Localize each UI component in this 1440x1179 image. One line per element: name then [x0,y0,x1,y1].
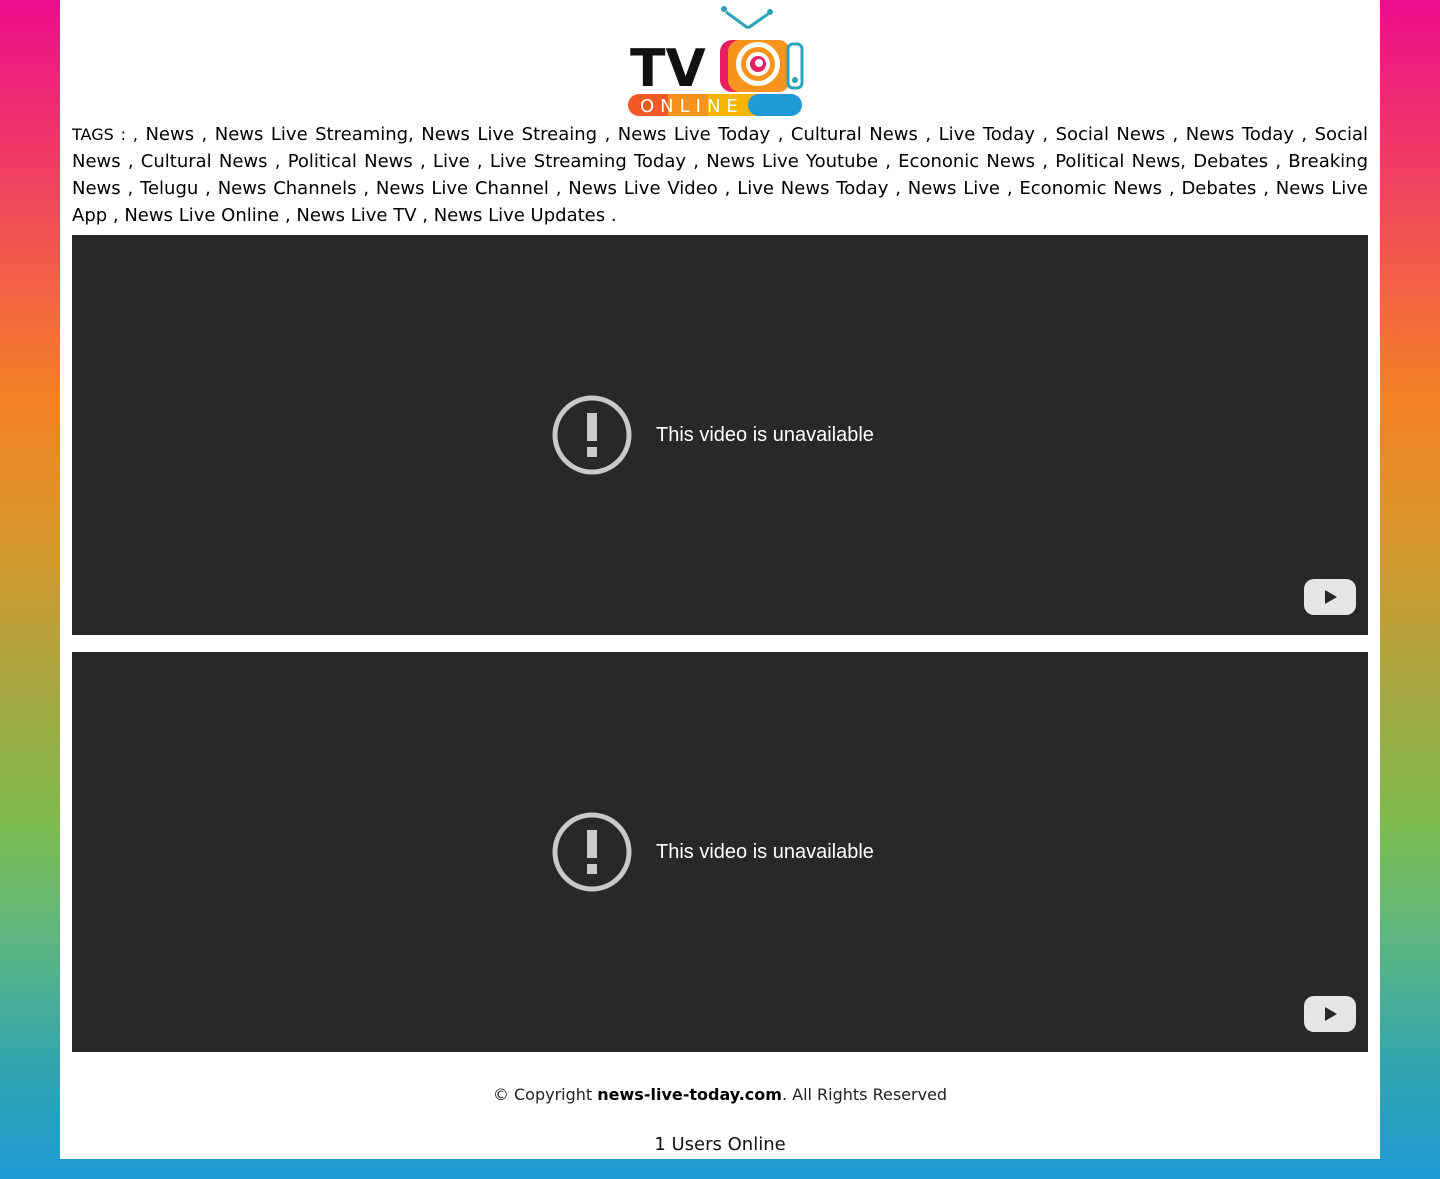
site-link[interactable]: news-live-today.com [597,1085,782,1104]
exclamation-circle-icon [552,812,632,892]
copyright-prefix: © Copyright [492,1085,593,1104]
users-online-counter: 1 Users Online [654,1134,786,1155]
youtube-play-button[interactable] [1304,996,1356,1032]
tags-label: TAGS : , [72,125,138,144]
youtube-play-button[interactable] [1304,579,1356,615]
tv-online-logo[interactable]: TV ONLINE [628,0,820,117]
svg-text:ONLINE: ONLINE [640,96,744,117]
video-player-1[interactable]: This video is unavailable [72,235,1368,635]
video-unavailable-message: This video is unavailable [656,424,874,446]
tags-paragraph: TAGS : , News , News Live Streaming, New… [72,121,1368,229]
video-player-2[interactable]: This video is unavailable [72,652,1368,1052]
copyright-footer: © Copyright news-live-today.com. All Rig… [60,1084,1380,1106]
tags-list: News , News Live Streaming, News Live St… [72,124,1369,226]
svg-text:TV: TV [630,39,706,99]
page-container: TV ONLINE TAGS : , News , News Live Stre… [60,0,1380,1159]
exclamation-circle-icon [552,395,632,475]
rights-text: . All Rights Reserved [781,1085,948,1104]
video-unavailable-message: This video is unavailable [656,841,874,863]
